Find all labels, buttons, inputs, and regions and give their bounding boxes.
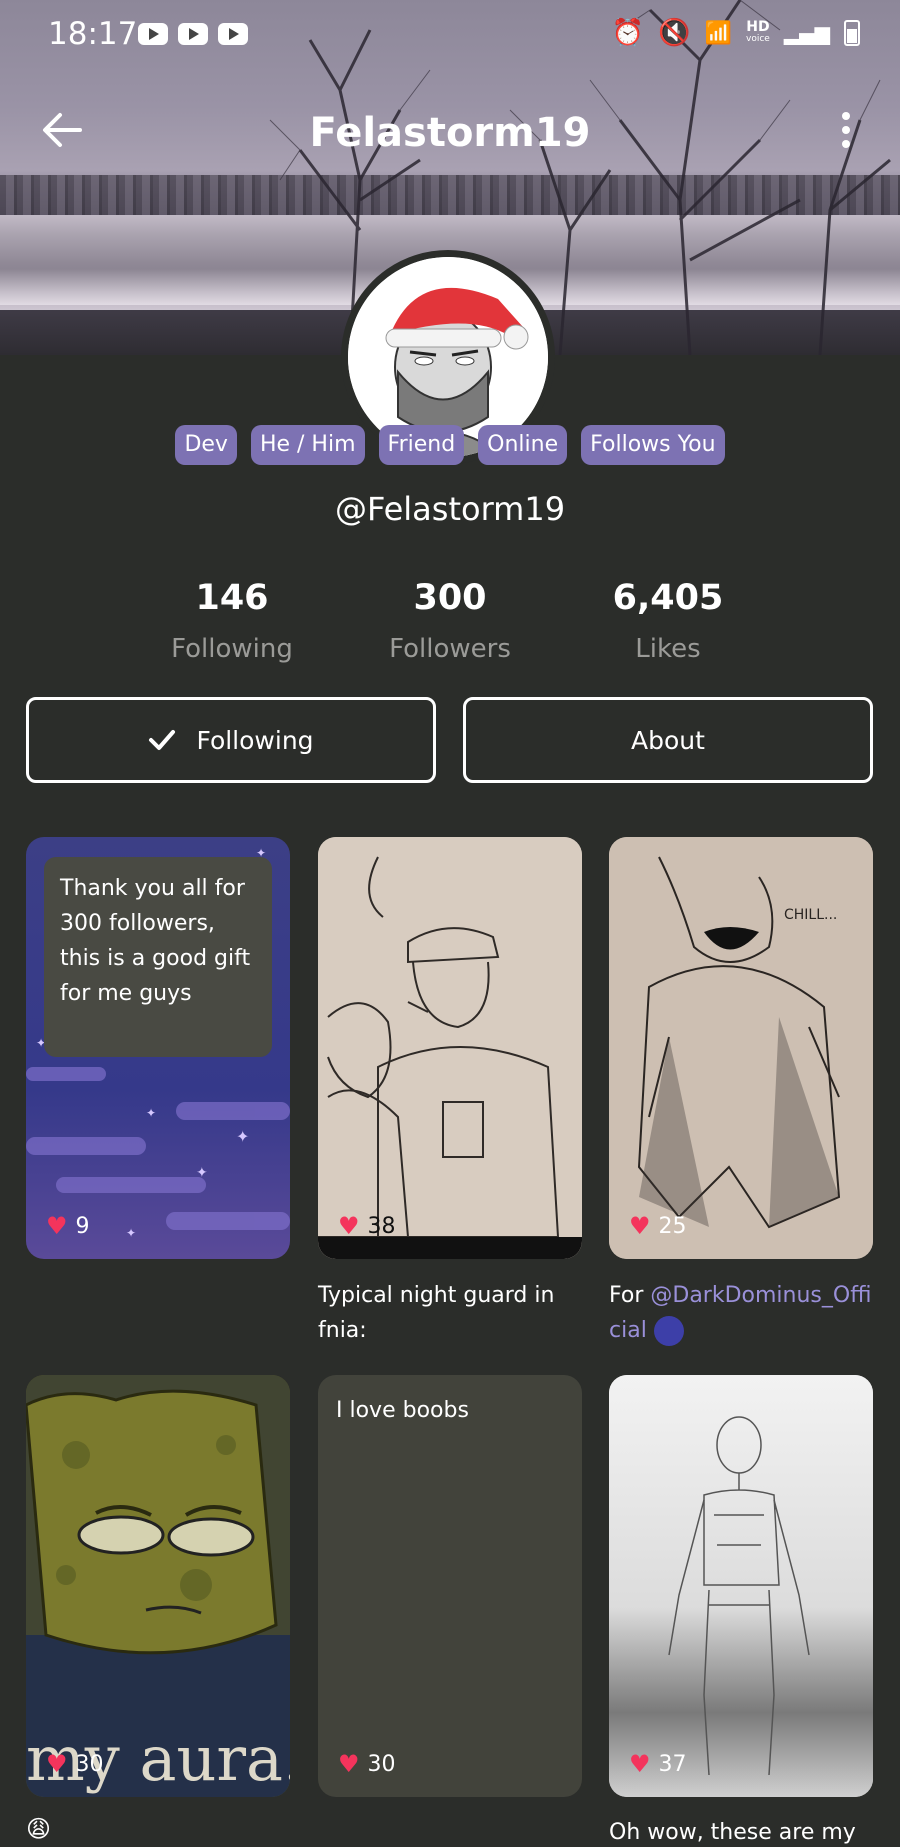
badge-friend: Friend: [378, 425, 465, 465]
heart-icon: ♥: [338, 1212, 360, 1240]
post-likes: ♥ 25: [629, 1212, 687, 1240]
stat-value: 6,405: [612, 578, 724, 618]
post-card[interactable]: ♥ 38: [318, 837, 582, 1259]
mute-icon: 🔇: [658, 18, 691, 48]
post-caption: Typical night guard in fnia:: [318, 1283, 555, 1343]
heart-icon: ♥: [46, 1750, 68, 1778]
heart-icon: ♥: [629, 1750, 651, 1778]
stat-value: 300: [413, 578, 487, 618]
likes-count: 9: [75, 1213, 90, 1239]
likes-count: 25: [658, 1213, 687, 1239]
svg-text:✦: ✦: [146, 1106, 156, 1120]
stat-following[interactable]: 146 Following: [122, 578, 342, 664]
status-time: 18:17: [48, 16, 138, 52]
badge-pronouns: He / Him: [250, 425, 365, 465]
status-bar: 18:17 ⏰ 🔇 📶 HD voice ▂▄▆: [0, 0, 900, 70]
svg-text:✦: ✦: [196, 1165, 208, 1181]
post-likes: ♥ 9: [46, 1212, 90, 1240]
stat-likes[interactable]: 6,405 Likes: [558, 578, 778, 664]
post-likes: ♥ 30: [46, 1750, 104, 1778]
badge-follows-you: Follows You: [581, 425, 725, 465]
svg-text:✦: ✦: [236, 1127, 249, 1146]
stat-value: 146: [195, 578, 269, 618]
stat-label: Followers: [389, 634, 511, 664]
post-caption: Oh wow, these are my: [609, 1820, 856, 1845]
youtube-notification-icon: [138, 23, 168, 45]
likes-count: 30: [75, 1751, 104, 1777]
following-button[interactable]: Following: [26, 697, 436, 783]
post-likes: ♥ 38: [338, 1212, 396, 1240]
caption-prefix: For: [609, 1283, 651, 1308]
blue-face-emoji-icon: [653, 1316, 684, 1346]
post-card[interactable]: ♥ 37: [609, 1375, 873, 1797]
post-likes: ♥ 30: [338, 1750, 396, 1778]
post-text: I love boobs: [336, 1398, 469, 1423]
sketch-text: CHILL...: [784, 907, 837, 923]
wifi-icon: 📶: [704, 20, 733, 46]
profile-badges: Dev He / Him Friend Online Follows You: [0, 425, 900, 465]
youtube-notification-icon: [178, 23, 208, 45]
signal-icon: ▂▄▆: [783, 21, 830, 45]
post-card[interactable]: CHILL... ♥ 25: [609, 837, 873, 1259]
heart-icon: ♥: [46, 1212, 68, 1240]
post-card[interactable]: ✦ ✦ ✦ ✦ ✦ ✦ Thank you all for 300 follow…: [26, 837, 290, 1259]
following-button-label: Following: [196, 725, 314, 755]
post-caption: For @DarkDominus_Official: [609, 1278, 879, 1348]
battery-icon: [844, 20, 860, 46]
page-title: Felastorm19: [309, 110, 591, 156]
likes-count: 38: [367, 1213, 396, 1239]
heart-icon: ♥: [629, 1212, 651, 1240]
badge-online: Online: [478, 425, 568, 465]
stat-label: Likes: [635, 634, 701, 664]
more-options-icon[interactable]: [840, 112, 852, 152]
post-text: Thank you all for 300 followers, this is…: [44, 857, 272, 1057]
profile-handle: @Felastorm19: [334, 490, 566, 528]
svg-text:✦: ✦: [126, 1226, 136, 1240]
checkmark-icon: [149, 730, 176, 750]
hd-voice-icon: HD voice: [746, 19, 770, 44]
alarm-icon: ⏰: [611, 18, 645, 48]
stat-label: Following: [171, 634, 293, 664]
likes-count: 37: [658, 1751, 687, 1777]
about-button-label: About: [631, 725, 705, 755]
post-card[interactable]: my aura. go ♥ 30: [26, 1375, 290, 1797]
post-caption: 😩: [26, 1815, 52, 1843]
post-card[interactable]: I love boobs ♥ 30: [318, 1375, 582, 1797]
heart-icon: ♥: [338, 1750, 360, 1778]
stat-followers[interactable]: 300 Followers: [340, 578, 560, 664]
badge-dev: Dev: [175, 425, 237, 465]
about-button[interactable]: About: [463, 697, 873, 783]
youtube-notification-icon: [218, 23, 248, 45]
post-likes: ♥ 37: [629, 1750, 687, 1778]
likes-count: 30: [367, 1751, 396, 1777]
